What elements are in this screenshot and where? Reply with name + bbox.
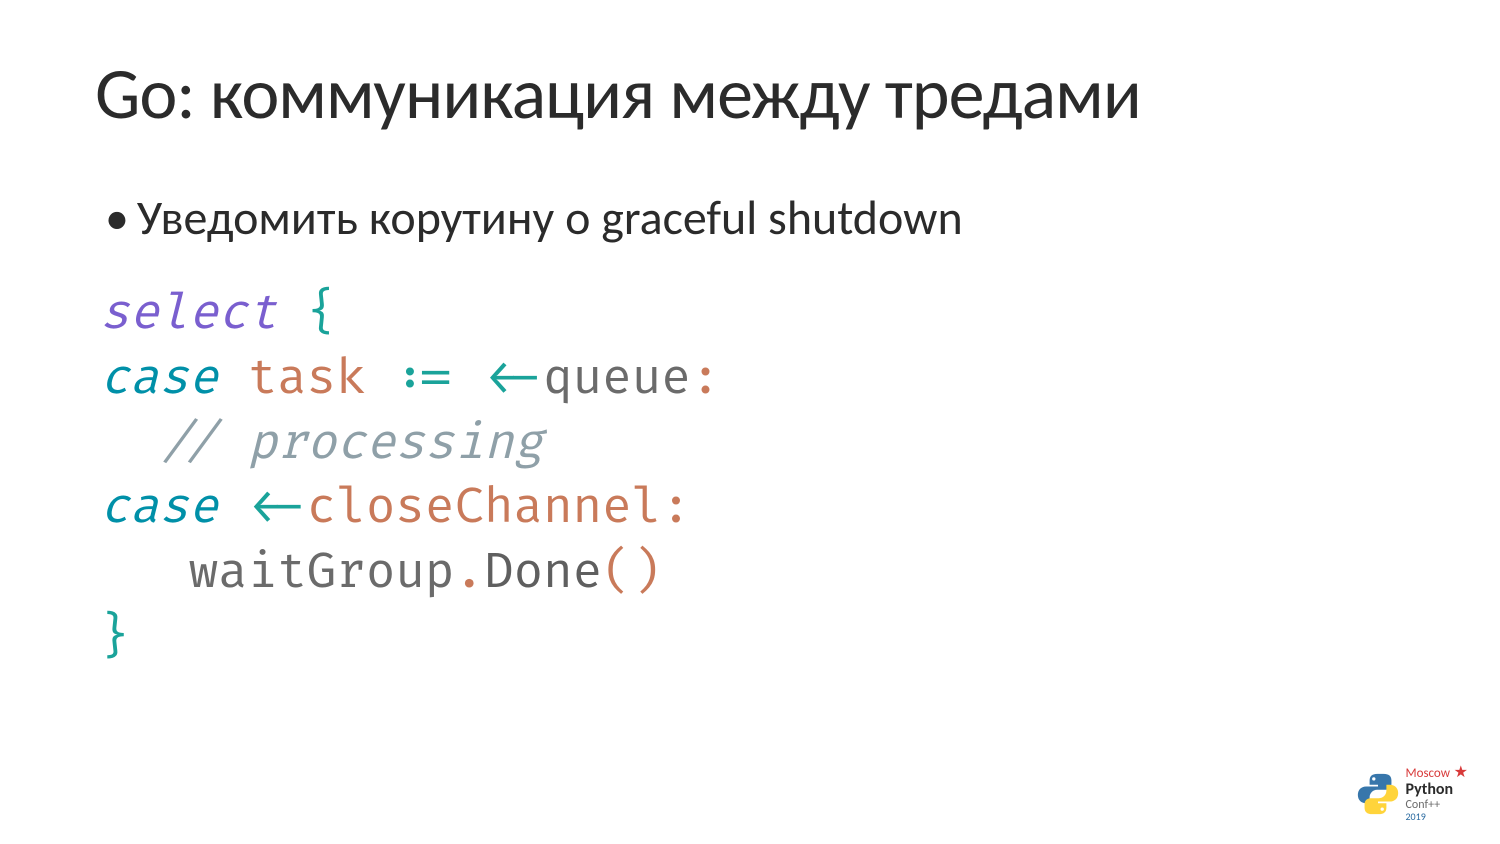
keyword-select: select [100, 284, 277, 343]
bullet-marker: • [105, 194, 129, 242]
code-block: select { case task := <-queue: // proces… [95, 282, 1405, 671]
slide-container: Go: коммуникация между тредами • Уведоми… [0, 0, 1500, 721]
slide-title: Go: коммуникация между тредами [95, 50, 1405, 138]
identifier-closechannel: closeChannel [307, 478, 661, 537]
code-line-6: } [100, 606, 1405, 671]
channel-arrow: <- [484, 349, 543, 408]
code-line-3: // processing [100, 412, 1405, 477]
brace-close: } [100, 608, 130, 667]
brace-open: { [307, 284, 337, 343]
star-icon: ★ [1454, 763, 1468, 782]
identifier-task: task [248, 349, 366, 408]
comment: // processing [159, 414, 543, 473]
logo-text-block: Moscow ★ Python Conf++ 2019 [1405, 765, 1468, 822]
code-line-5: waitGroup.Done() [100, 541, 1405, 606]
identifier-queue: queue [543, 349, 691, 408]
keyword-case: case [100, 478, 218, 537]
code-line-1: select { [100, 282, 1405, 347]
conference-logo: Moscow ★ Python Conf++ 2019 [1357, 765, 1468, 822]
identifier-waitgroup: waitGroup [189, 543, 455, 602]
colon: : [691, 349, 721, 408]
keyword-case: case [100, 349, 218, 408]
bullet-item: • Уведомить корутину о graceful shutdown [95, 188, 1405, 247]
logo-moscow: Moscow [1405, 766, 1450, 781]
logo-year: 2019 [1405, 812, 1468, 823]
dot: . [454, 543, 484, 602]
code-line-2: case task := <-queue: [100, 347, 1405, 412]
code-line-4: case <-closeChannel: [100, 476, 1405, 541]
python-logo-icon [1357, 773, 1399, 815]
assign-op: := [366, 349, 484, 408]
method-done: Done [484, 543, 602, 602]
paren-open: ( [602, 543, 632, 602]
paren-close: ) [632, 543, 662, 602]
colon: : [661, 478, 691, 537]
logo-python: Python [1405, 782, 1468, 799]
channel-arrow: <- [248, 478, 307, 537]
bullet-text: Уведомить корутину о graceful shutdown [137, 188, 963, 247]
